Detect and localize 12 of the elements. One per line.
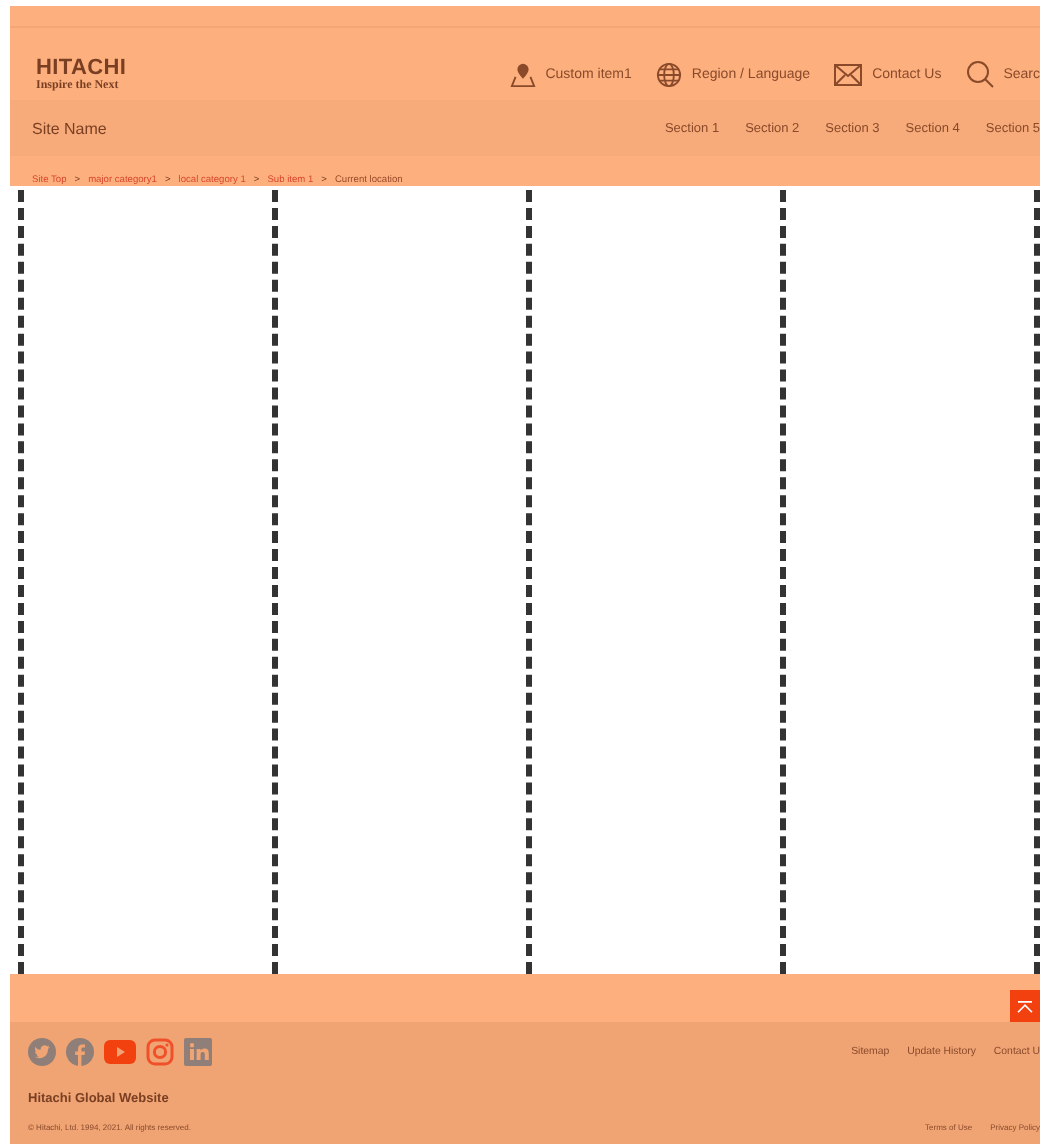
chevron-up-icon [1016, 999, 1034, 1013]
mail-icon [834, 63, 863, 85]
twitter-icon[interactable] [28, 1038, 56, 1066]
linkedin-icon[interactable] [184, 1038, 212, 1066]
globe-icon [655, 61, 682, 87]
facebook-icon[interactable] [66, 1038, 94, 1066]
map-pin-icon [509, 61, 536, 87]
site-name[interactable]: Site Name [32, 119, 107, 137]
instagram-icon[interactable] [146, 1038, 174, 1066]
page-top-button[interactable] [1010, 990, 1040, 1022]
search-icon [965, 60, 994, 88]
youtube-icon[interactable] [104, 1040, 136, 1064]
